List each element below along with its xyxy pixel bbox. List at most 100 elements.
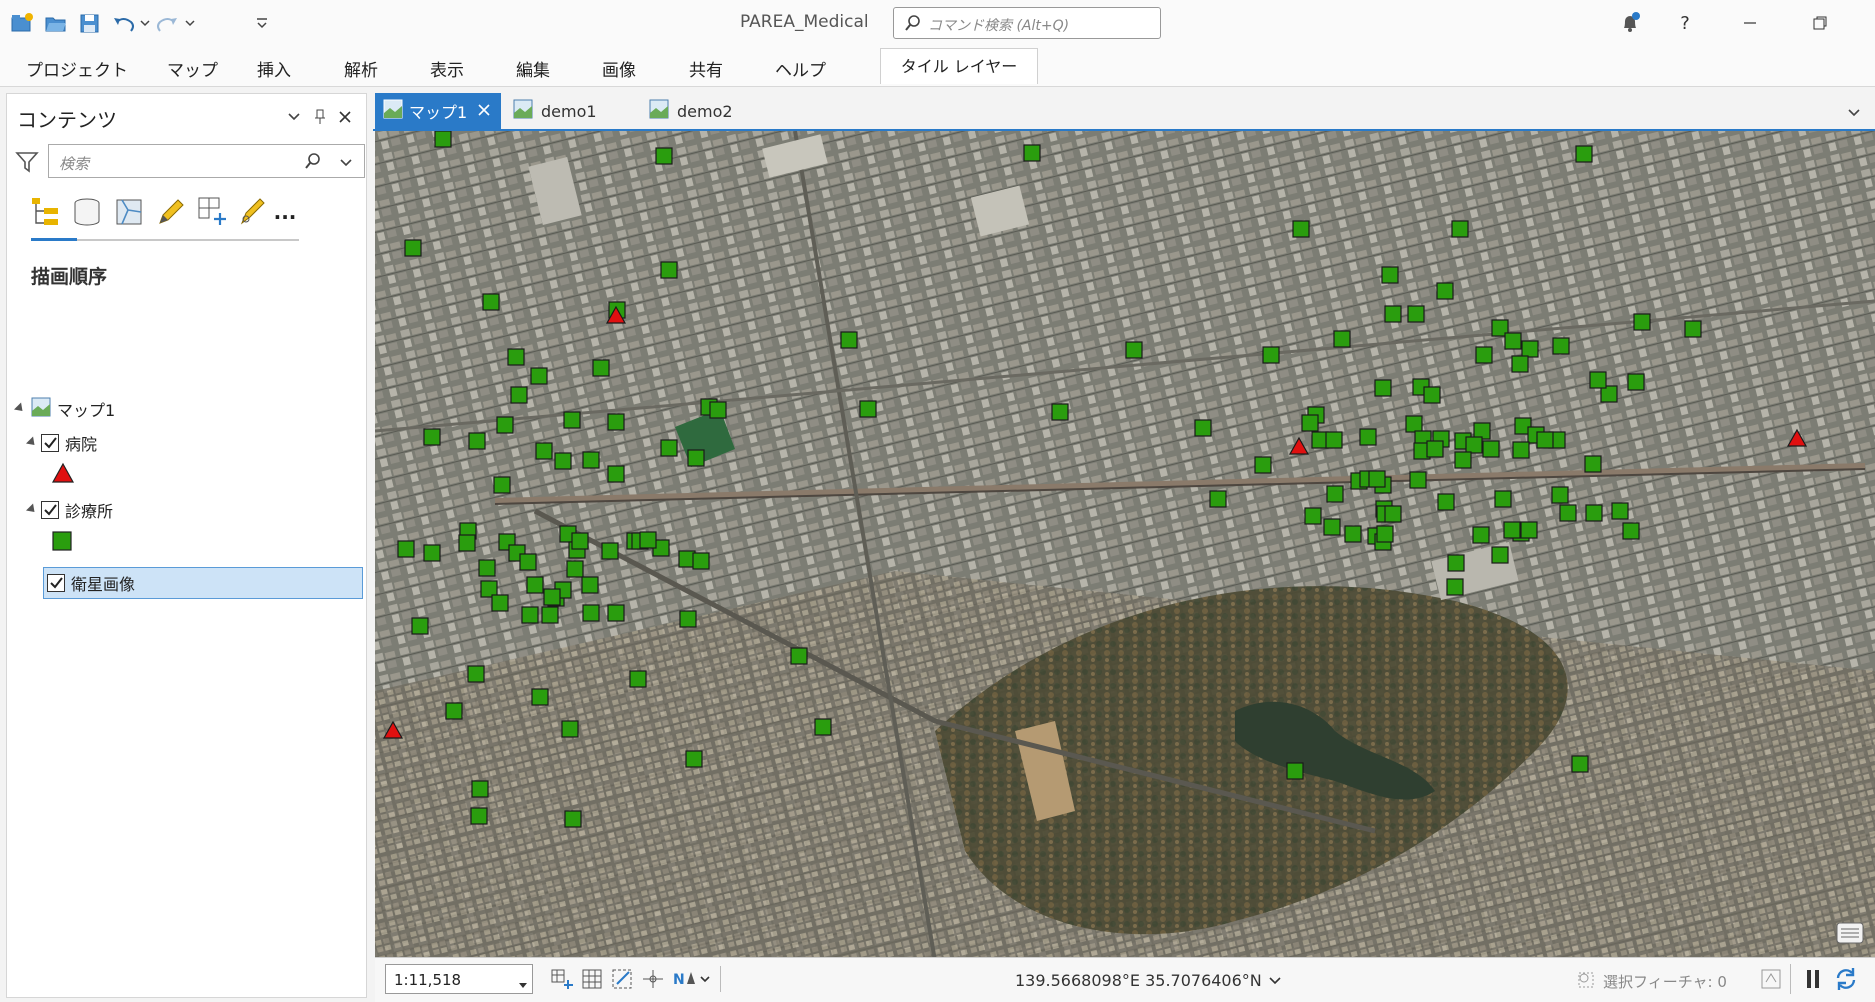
clinic-point[interactable] [1575, 145, 1593, 163]
clinic-point[interactable] [660, 261, 678, 279]
close-icon[interactable] [334, 106, 356, 128]
clinic-point[interactable] [685, 750, 703, 768]
list-by-selection-icon[interactable] [109, 192, 149, 232]
clinic-point[interactable] [507, 348, 525, 366]
clinic-point[interactable] [1194, 419, 1212, 437]
clinic-point[interactable] [1491, 546, 1509, 564]
new-project-icon[interactable] [8, 10, 36, 36]
layer-row-clinic[interactable]: 診療所 [25, 497, 113, 523]
clinic-point[interactable] [1262, 346, 1280, 364]
clinic-point[interactable] [1325, 431, 1343, 449]
tab-insert[interactable]: 挿入 [257, 56, 291, 81]
clinic-point[interactable] [458, 534, 476, 552]
clinic-point[interactable] [1504, 332, 1522, 350]
clinic-point[interactable] [397, 540, 415, 558]
clinic-point[interactable] [1551, 486, 1569, 504]
list-by-drawing-order-icon[interactable] [25, 192, 65, 232]
tab-share[interactable]: 共有 [689, 56, 723, 81]
clinic-point[interactable] [790, 647, 808, 665]
clinic-point[interactable] [1584, 455, 1602, 473]
tree-map-node[interactable]: マップ1 [11, 396, 115, 422]
clinic-point[interactable] [468, 432, 486, 450]
tab-project[interactable]: プロジェクト [26, 56, 128, 81]
clinic-point[interactable] [1125, 341, 1143, 359]
clinic-point[interactable] [564, 810, 582, 828]
clinic-point[interactable] [581, 576, 599, 594]
clinic-point[interactable] [1475, 346, 1493, 364]
clinic-point[interactable] [1454, 451, 1472, 469]
clinic-point[interactable] [1571, 755, 1589, 773]
filter-icon[interactable] [15, 150, 39, 178]
clinic-point[interactable] [582, 451, 600, 469]
clinic-point[interactable] [1520, 521, 1538, 539]
clinic-point[interactable] [1426, 440, 1444, 458]
notification-icon[interactable] [1610, 8, 1650, 38]
clinic-point[interactable] [1511, 355, 1529, 373]
collapse-arrow-icon[interactable] [25, 503, 39, 516]
clinic-point[interactable] [404, 239, 422, 257]
clinic-point[interactable] [1409, 471, 1427, 489]
clinic-point[interactable] [563, 411, 581, 429]
clinic-point[interactable] [519, 553, 537, 571]
clinic-point[interactable] [1552, 337, 1570, 355]
clinic-point[interactable] [840, 331, 858, 349]
clinic-point[interactable] [531, 688, 549, 706]
layer-visibility-checkbox[interactable] [47, 574, 65, 592]
tab-list-chevron-icon[interactable] [1847, 105, 1861, 123]
clinic-point[interactable] [571, 532, 589, 550]
tab-tile-layer[interactable]: タイル レイヤー [880, 48, 1038, 84]
pause-drawing-crosshair-icon[interactable] [641, 968, 665, 994]
tab-edit[interactable]: 編集 [516, 56, 550, 81]
clinic-point[interactable] [423, 544, 441, 562]
clinic-point[interactable] [1323, 518, 1341, 536]
chevron-down-icon[interactable] [339, 155, 353, 173]
clinic-point[interactable] [709, 401, 727, 419]
clinic-point[interactable] [561, 720, 579, 738]
clinic-point[interactable] [510, 386, 528, 404]
tab-imagery[interactable]: 画像 [602, 56, 636, 81]
clinic-point[interactable] [471, 780, 489, 798]
fixed-zoom-icon[interactable] [550, 968, 574, 994]
clinic-point[interactable] [445, 702, 463, 720]
grid-icon[interactable] [581, 968, 603, 994]
map-view[interactable] [375, 131, 1875, 957]
clinic-point[interactable] [1333, 330, 1351, 348]
clinic-point[interactable] [1512, 441, 1530, 459]
redo-icon[interactable] [155, 10, 197, 36]
save-project-icon[interactable] [76, 10, 104, 36]
clinic-point[interactable] [687, 449, 705, 467]
close-icon[interactable] [477, 102, 491, 121]
clinic-point[interactable] [1023, 144, 1041, 162]
clinic-point[interactable] [1503, 521, 1521, 539]
refresh-icon[interactable] [1833, 966, 1859, 996]
list-by-snapping-icon[interactable] [193, 192, 233, 232]
clinic-point[interactable] [411, 617, 429, 635]
clinic-point[interactable] [607, 413, 625, 431]
clinic-point[interactable] [1374, 379, 1392, 397]
clinic-point[interactable] [1376, 525, 1394, 543]
tab-demo2[interactable]: demo2 [649, 93, 759, 129]
clinic-point[interactable] [607, 465, 625, 483]
clinic-point[interactable] [535, 442, 553, 460]
clinic-point[interactable] [679, 610, 697, 628]
clinic-point[interactable] [607, 604, 625, 622]
list-by-source-icon[interactable] [67, 192, 107, 232]
clinic-point[interactable] [1559, 504, 1577, 522]
tab-analysis[interactable]: 解析 [344, 56, 378, 81]
north-arrow-icon[interactable]: N [671, 968, 711, 994]
tab-view[interactable]: 表示 [430, 56, 464, 81]
clinic-point[interactable] [1521, 340, 1539, 358]
clinic-point[interactable] [1301, 414, 1319, 432]
clinic-point[interactable] [1254, 456, 1272, 474]
clinic-point[interactable] [1451, 220, 1469, 238]
clinic-point[interactable] [491, 594, 509, 612]
clinic-point[interactable] [1627, 373, 1645, 391]
clinic-point[interactable] [1381, 266, 1399, 284]
clinic-point[interactable] [1384, 505, 1402, 523]
clinic-point[interactable] [1482, 440, 1500, 458]
clinic-point[interactable] [1405, 415, 1423, 433]
clinic-point[interactable] [1684, 320, 1702, 338]
tab-demo1[interactable]: demo1 [513, 93, 623, 129]
clinic-point[interactable] [1622, 522, 1640, 540]
snapping-icon[interactable] [611, 968, 635, 994]
